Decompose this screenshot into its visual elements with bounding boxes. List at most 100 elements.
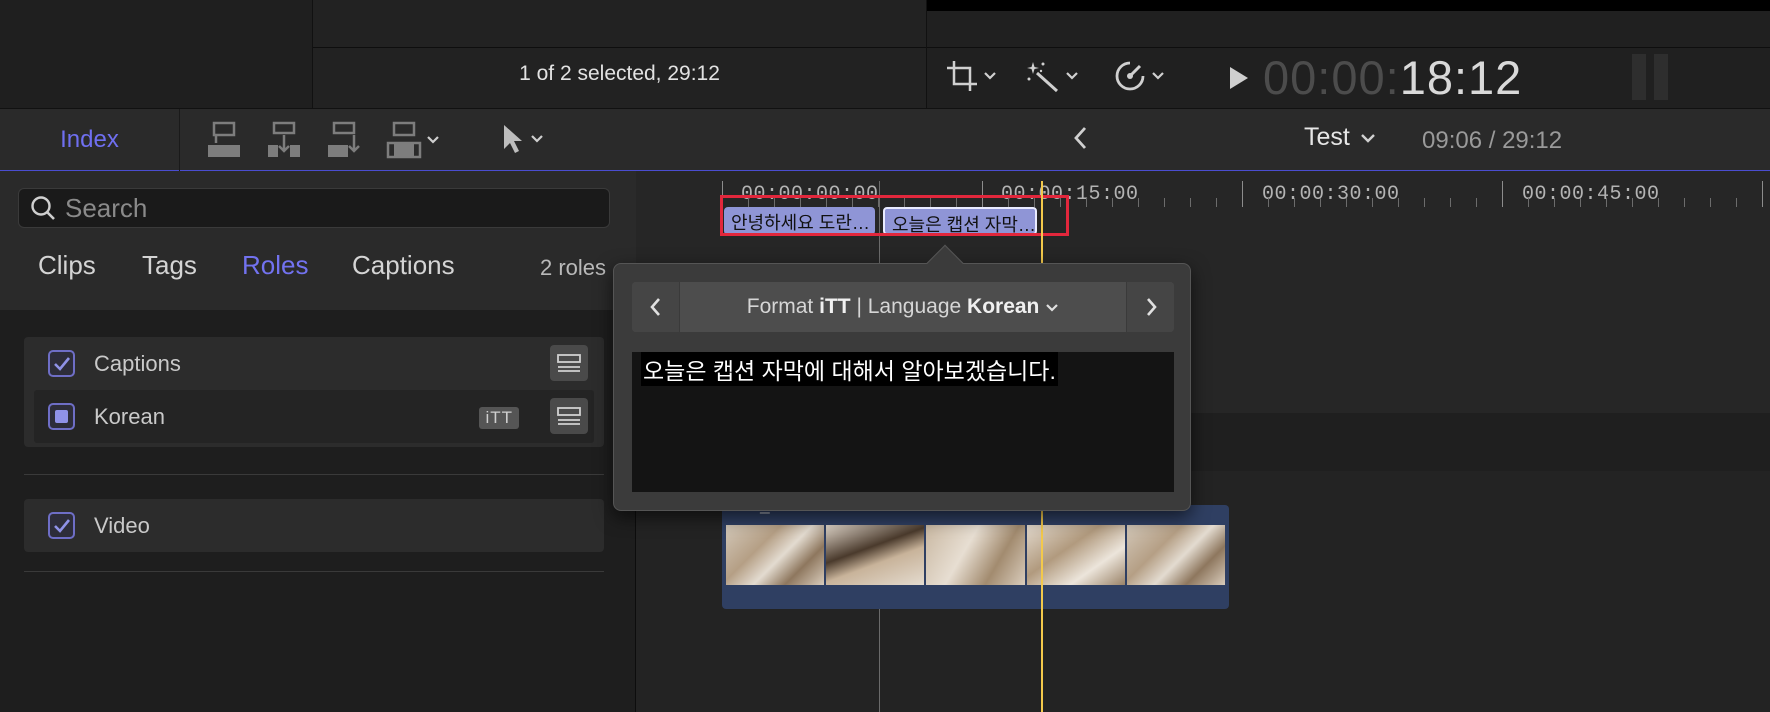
divider bbox=[24, 571, 604, 572]
itt-badge: iTT bbox=[479, 407, 519, 429]
role-row-captions[interactable]: Captions bbox=[24, 337, 604, 390]
captions-checkbox[interactable] bbox=[48, 350, 75, 377]
back-button[interactable] bbox=[1070, 123, 1092, 158]
format-language-menu[interactable]: Format iTT | Language Korean bbox=[680, 295, 1126, 319]
chevron-left-icon bbox=[649, 298, 660, 316]
ruler-tick bbox=[1450, 198, 1451, 207]
index-button[interactable]: Index bbox=[0, 109, 180, 171]
play-button[interactable] bbox=[1227, 65, 1251, 96]
role-label-video: Video bbox=[94, 512, 150, 538]
language-value: Korean bbox=[967, 295, 1040, 318]
role-group-captions: Captions Korean iTT bbox=[24, 337, 604, 447]
ruler-tick bbox=[1528, 198, 1529, 207]
ruler-tick bbox=[1762, 181, 1763, 207]
role-label-korean: Korean bbox=[94, 403, 165, 429]
ruler-tick bbox=[1112, 198, 1113, 207]
ruler-tick bbox=[1632, 198, 1633, 207]
thumbnail bbox=[726, 525, 825, 585]
overwrite-clip-button[interactable] bbox=[386, 121, 440, 159]
retime-tool-button[interactable] bbox=[1113, 58, 1165, 94]
search-icon bbox=[31, 196, 55, 220]
tab-captions[interactable]: Captions bbox=[352, 250, 455, 281]
arrow-pointer-icon bbox=[504, 125, 522, 153]
timeline-index-panel: Clips Tags Roles Captions 2 roles Captio… bbox=[0, 171, 636, 712]
search-field[interactable] bbox=[18, 188, 610, 228]
chevron-down-icon bbox=[1361, 133, 1375, 143]
chevron-down-icon bbox=[427, 136, 439, 144]
chevron-down-icon bbox=[1046, 304, 1059, 312]
highlight-box bbox=[720, 195, 1069, 236]
selection-info: 1 of 2 selected, 29:12 bbox=[519, 62, 720, 85]
tab-tags[interactable]: Tags bbox=[142, 250, 197, 281]
ruler-tick bbox=[1580, 198, 1581, 207]
korean-lane-button[interactable] bbox=[550, 398, 588, 434]
timecode-display[interactable]: 00:00:18:12 bbox=[1263, 50, 1522, 105]
ruler-tick bbox=[1398, 198, 1399, 207]
ruler-tick bbox=[1294, 198, 1295, 207]
index-header: Clips Tags Roles Captions 2 roles bbox=[0, 171, 636, 310]
chevron-down-icon bbox=[984, 72, 996, 80]
chevron-down-icon bbox=[1066, 72, 1078, 80]
thumbnail bbox=[1126, 525, 1226, 585]
next-caption-button[interactable] bbox=[1126, 282, 1174, 332]
connect-clip-button[interactable] bbox=[206, 121, 242, 159]
caption-format-bar: Format iTT | Language Korean bbox=[632, 282, 1174, 332]
ruler-tick bbox=[1502, 181, 1503, 207]
ruler-tick bbox=[1554, 198, 1555, 207]
caption-text: 오늘은 캡션 자막에 대해서 알아보겠습니다. bbox=[641, 352, 1058, 386]
timecode-dim: 00:00: bbox=[1263, 51, 1400, 104]
insert-clip-button[interactable] bbox=[266, 121, 302, 159]
role-row-korean[interactable]: Korean iTT bbox=[34, 390, 594, 443]
role-label-captions: Captions bbox=[94, 350, 181, 376]
ruler-tick bbox=[1086, 198, 1087, 207]
ruler-tick bbox=[1424, 198, 1425, 207]
partial-check-icon bbox=[55, 410, 68, 423]
timeline-toolbar: Index Test 09:06 / 29:12 bbox=[0, 108, 1770, 171]
ruler-tick bbox=[1476, 198, 1477, 207]
language-prefix: | Language bbox=[856, 295, 962, 318]
video-clip[interactable]: IMG_1587 bbox=[722, 495, 1229, 609]
select-tool-button[interactable] bbox=[500, 121, 544, 157]
korean-checkbox[interactable] bbox=[48, 403, 75, 430]
caption-editor-popover: Format iTT | Language Korean 오늘은 캡션 자막에 … bbox=[613, 244, 1191, 511]
caption-text-field[interactable]: 오늘은 캡션 자막에 대해서 알아보겠습니다. bbox=[632, 352, 1174, 492]
browser-status-bar: 1 of 2 selected, 29:12 bbox=[312, 0, 926, 108]
chevron-left-icon bbox=[1074, 127, 1087, 149]
project-menu[interactable]: Test bbox=[1304, 123, 1376, 152]
audio-meter[interactable] bbox=[1632, 54, 1674, 100]
ruler-tick bbox=[1164, 198, 1165, 207]
project-name: Test bbox=[1304, 123, 1350, 151]
ruler-label: 00:00:45:00 bbox=[1522, 183, 1660, 206]
ruler-tick bbox=[1658, 198, 1659, 207]
transform-tool-button[interactable] bbox=[945, 58, 997, 94]
ruler-tick bbox=[1216, 198, 1217, 207]
thumbnail bbox=[926, 525, 1025, 585]
play-icon bbox=[1230, 67, 1248, 89]
divider bbox=[24, 474, 604, 475]
filmstrip bbox=[726, 525, 1226, 585]
chevron-down-icon bbox=[1152, 72, 1164, 80]
role-row-video[interactable]: Video bbox=[24, 499, 604, 552]
thumbnail bbox=[826, 525, 925, 585]
tab-roles[interactable]: Roles bbox=[242, 250, 308, 281]
speedometer-icon bbox=[1115, 61, 1145, 91]
video-checkbox[interactable] bbox=[48, 512, 75, 539]
project-duration: 09:06 / 29:12 bbox=[1422, 127, 1563, 154]
magic-wand-icon bbox=[1027, 62, 1059, 93]
previous-caption-button[interactable] bbox=[632, 282, 680, 332]
ruler-tick bbox=[1242, 181, 1243, 207]
tab-clips[interactable]: Clips bbox=[38, 250, 96, 281]
append-clip-button[interactable] bbox=[326, 121, 362, 159]
captions-lane-button[interactable] bbox=[550, 345, 588, 381]
format-prefix: Format bbox=[746, 295, 814, 318]
append-edit-icon bbox=[328, 121, 360, 157]
chevron-down-icon bbox=[531, 135, 543, 143]
ruler-label: 00:00:30:00 bbox=[1262, 183, 1400, 206]
search-input[interactable] bbox=[65, 192, 565, 224]
enhance-tool-button[interactable] bbox=[1025, 58, 1079, 94]
roles-count: 2 roles bbox=[540, 255, 607, 280]
ruler-tick bbox=[1684, 198, 1685, 207]
timecode-lit: 18:12 bbox=[1399, 51, 1523, 104]
chevron-right-icon bbox=[1146, 298, 1157, 316]
lanes-icon bbox=[557, 354, 581, 372]
